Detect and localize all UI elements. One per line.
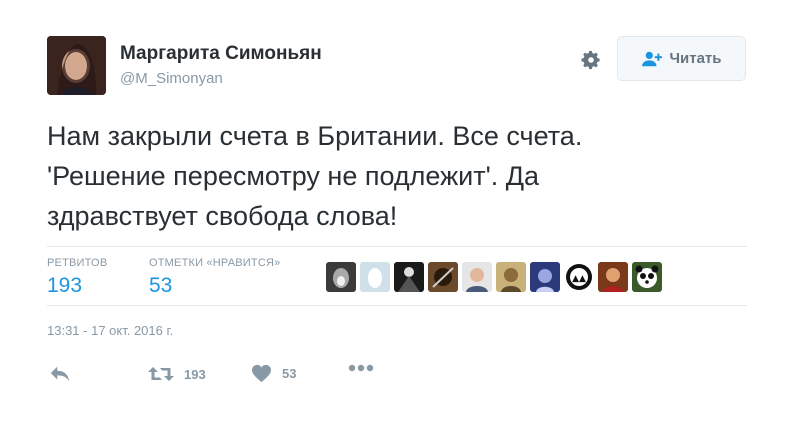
like-button[interactable]: 53	[251, 364, 296, 383]
follow-button-label: Читать	[669, 50, 722, 67]
svg-text:▲▲: ▲▲	[572, 274, 586, 284]
tweet-timestamp[interactable]: 13:31 - 17 окт. 2016 г.	[47, 323, 173, 338]
reply-button[interactable]	[49, 364, 71, 384]
liker-avatar[interactable]	[326, 262, 356, 292]
retweet-action-count: 193	[184, 366, 206, 382]
like-action-count: 53	[282, 366, 297, 381]
liker-avatar[interactable]	[496, 262, 526, 292]
retweet-icon	[148, 367, 174, 381]
tweet-card: Маргарита Симоньян @M_Simonyan Читать На…	[0, 0, 794, 423]
author-name[interactable]: Маргарита Симоньян	[120, 43, 322, 65]
add-user-icon	[642, 51, 663, 66]
liker-avatar[interactable]	[428, 262, 458, 292]
follow-button[interactable]: Читать	[617, 36, 746, 81]
liker-avatar[interactable]	[632, 262, 662, 292]
author-avatar[interactable]	[47, 36, 106, 95]
divider	[47, 246, 747, 247]
liker-avatar[interactable]	[530, 262, 560, 292]
more-icon	[348, 364, 374, 372]
likes-count[interactable]: 53	[149, 274, 172, 298]
tweet-text-line: здравствует свобода слова!	[47, 201, 398, 231]
retweets-label: РЕТВИТОВ	[47, 257, 108, 269]
divider	[47, 305, 747, 306]
liker-avatar[interactable]: ▲▲	[564, 262, 594, 292]
author-handle[interactable]: @M_Simonyan	[120, 70, 223, 87]
avatar-image	[47, 36, 106, 95]
likers-avatars: ▲▲	[326, 262, 662, 292]
tweet-text-line: 'Решение пересмотру не подлежит'. Да	[47, 161, 540, 191]
liker-avatar[interactable]	[360, 262, 390, 292]
more-button[interactable]	[348, 364, 374, 372]
reply-icon	[50, 366, 70, 382]
liker-avatar[interactable]	[598, 262, 628, 292]
liker-avatar[interactable]	[394, 262, 424, 292]
likes-label: ОТМЕТКИ «НРАВИТСЯ»	[149, 257, 281, 269]
gear-icon[interactable]	[578, 47, 604, 73]
retweets-count[interactable]: 193	[47, 274, 82, 298]
retweet-button[interactable]: 193	[148, 364, 206, 384]
heart-icon	[252, 364, 271, 383]
tweet-text-line: Нам закрыли счета в Британии. Все счета.	[47, 121, 583, 151]
liker-avatar[interactable]	[462, 262, 492, 292]
tweet-text: Нам закрыли счета в Британии. Все счета.…	[47, 116, 747, 236]
